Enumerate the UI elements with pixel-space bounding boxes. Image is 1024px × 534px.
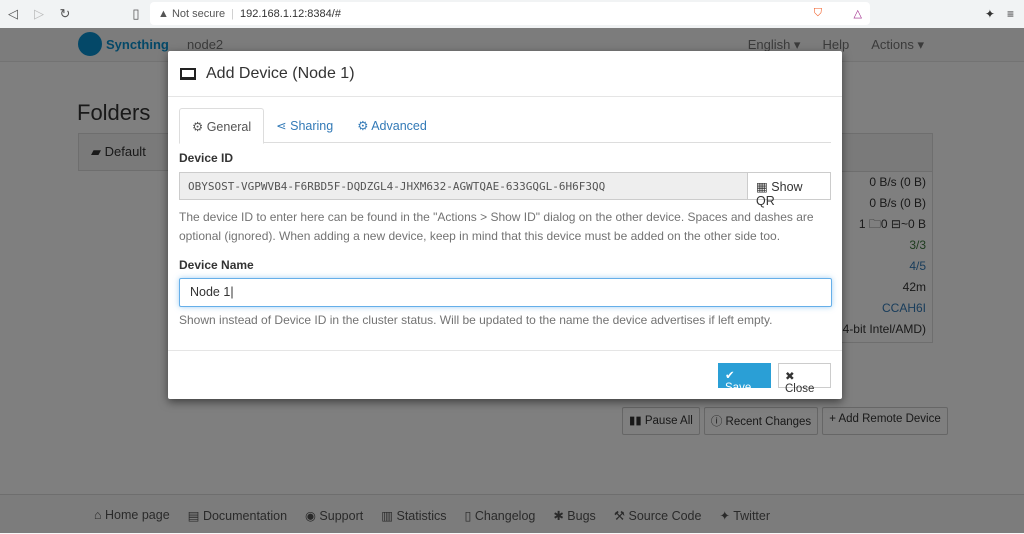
bookmark-icon[interactable]: ▯	[123, 6, 149, 22]
save-button[interactable]: ✔ Save	[718, 363, 771, 394]
brave-shield-icon[interactable]: ⛉	[814, 7, 822, 20]
close-button[interactable]: ✖ Close	[778, 363, 831, 395]
dialog-title: Add Device (Node 1)	[206, 64, 355, 82]
device-id-label: Device ID	[179, 151, 234, 165]
address-bar[interactable]: ▲ Not secure | 192.168.1.12:8384/# ⛉ △	[150, 2, 870, 25]
warning-icon: ▲	[158, 7, 172, 20]
extensions-icon[interactable]: ✦	[985, 7, 995, 21]
device-id-input[interactable]: OBYSOST-VGPWVB4-F6RBD5F-DQDZGL4-JHXM632-…	[180, 173, 747, 199]
tab-sharing[interactable]: ⋖ Sharing	[264, 108, 345, 142]
not-secure-label: Not secure	[171, 7, 226, 20]
tab-advanced[interactable]: ⚙ Advanced	[345, 108, 439, 142]
forward-icon[interactable]: ▷	[26, 6, 52, 22]
device-name-help: Shown instead of Device ID in the cluste…	[179, 313, 773, 327]
browser-toolbar: ◁ ▷ ↻ ▯ ▲ Not secure | 192.168.1.12:8384…	[0, 0, 1024, 28]
add-device-dialog: Add Device (Node 1) ⚙ General ⋖ Sharing …	[168, 51, 842, 399]
monitor-icon	[180, 67, 196, 80]
show-qr-button[interactable]: ▦ Show QR	[747, 173, 830, 208]
menu-icon[interactable]: ≡	[1007, 7, 1014, 21]
device-name-label: Device Name	[179, 258, 254, 272]
reload-icon[interactable]: ↻	[52, 6, 78, 22]
device-id-help: The device ID to enter here can be found…	[179, 210, 814, 243]
back-icon[interactable]: ◁	[0, 6, 26, 22]
rewards-icon[interactable]: △	[854, 7, 862, 20]
tab-general[interactable]: ⚙ General	[179, 108, 265, 144]
device-name-input[interactable]: Node 1|	[179, 278, 832, 307]
url-text: 192.168.1.12:8384/#	[240, 7, 341, 20]
